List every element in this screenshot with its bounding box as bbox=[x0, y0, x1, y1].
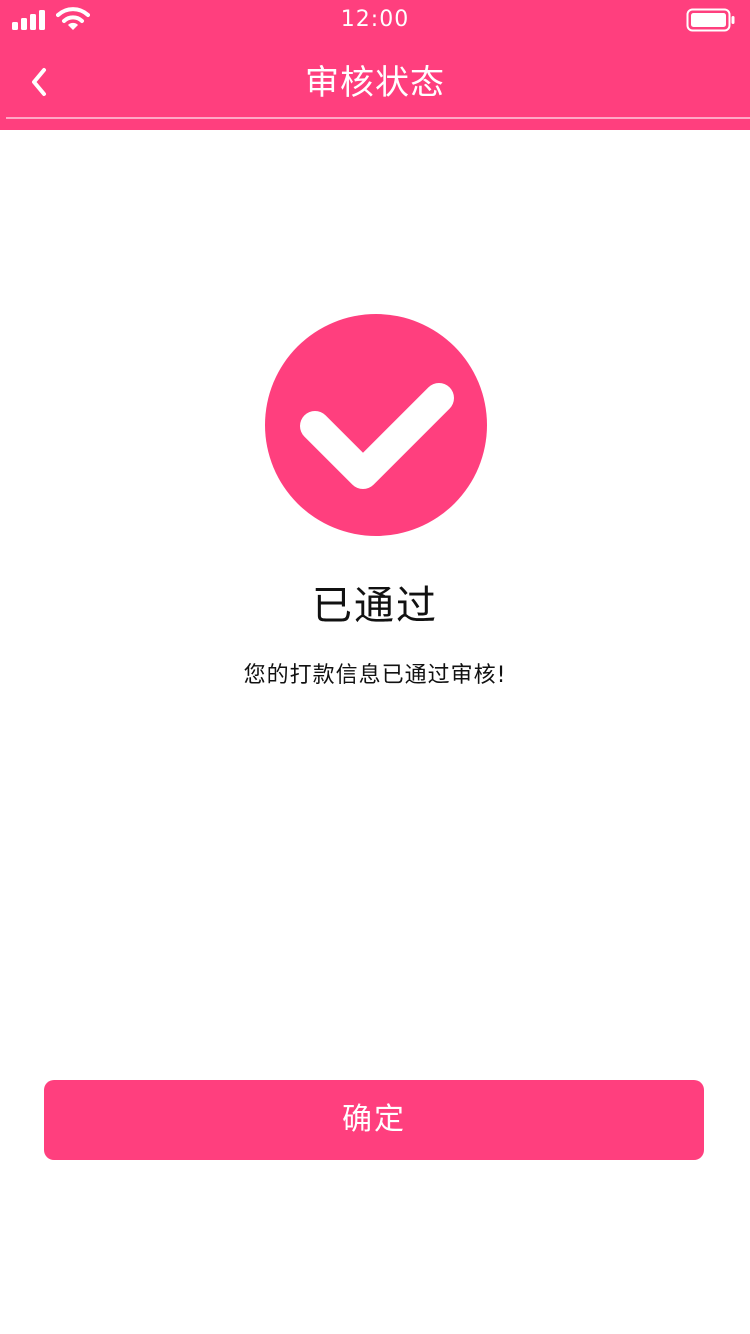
confirm-button[interactable]: 确定 bbox=[44, 1080, 704, 1160]
header-divider bbox=[6, 117, 750, 119]
back-button[interactable] bbox=[20, 58, 64, 106]
status-bar: 12:00 bbox=[0, 0, 750, 40]
nav-bar: 审核状态 bbox=[0, 44, 750, 118]
chevron-left-icon bbox=[32, 68, 46, 96]
app-header: 12:00 审核状态 bbox=[0, 0, 750, 130]
page-title: 审核状态 bbox=[305, 63, 445, 103]
check-circle-icon bbox=[265, 314, 487, 536]
status-time: 12:00 bbox=[340, 7, 410, 32]
battery-icon bbox=[686, 8, 735, 32]
result-message: 您的打款信息已通过审核! bbox=[243, 663, 507, 688]
result-title: 已通过 bbox=[312, 583, 438, 629]
